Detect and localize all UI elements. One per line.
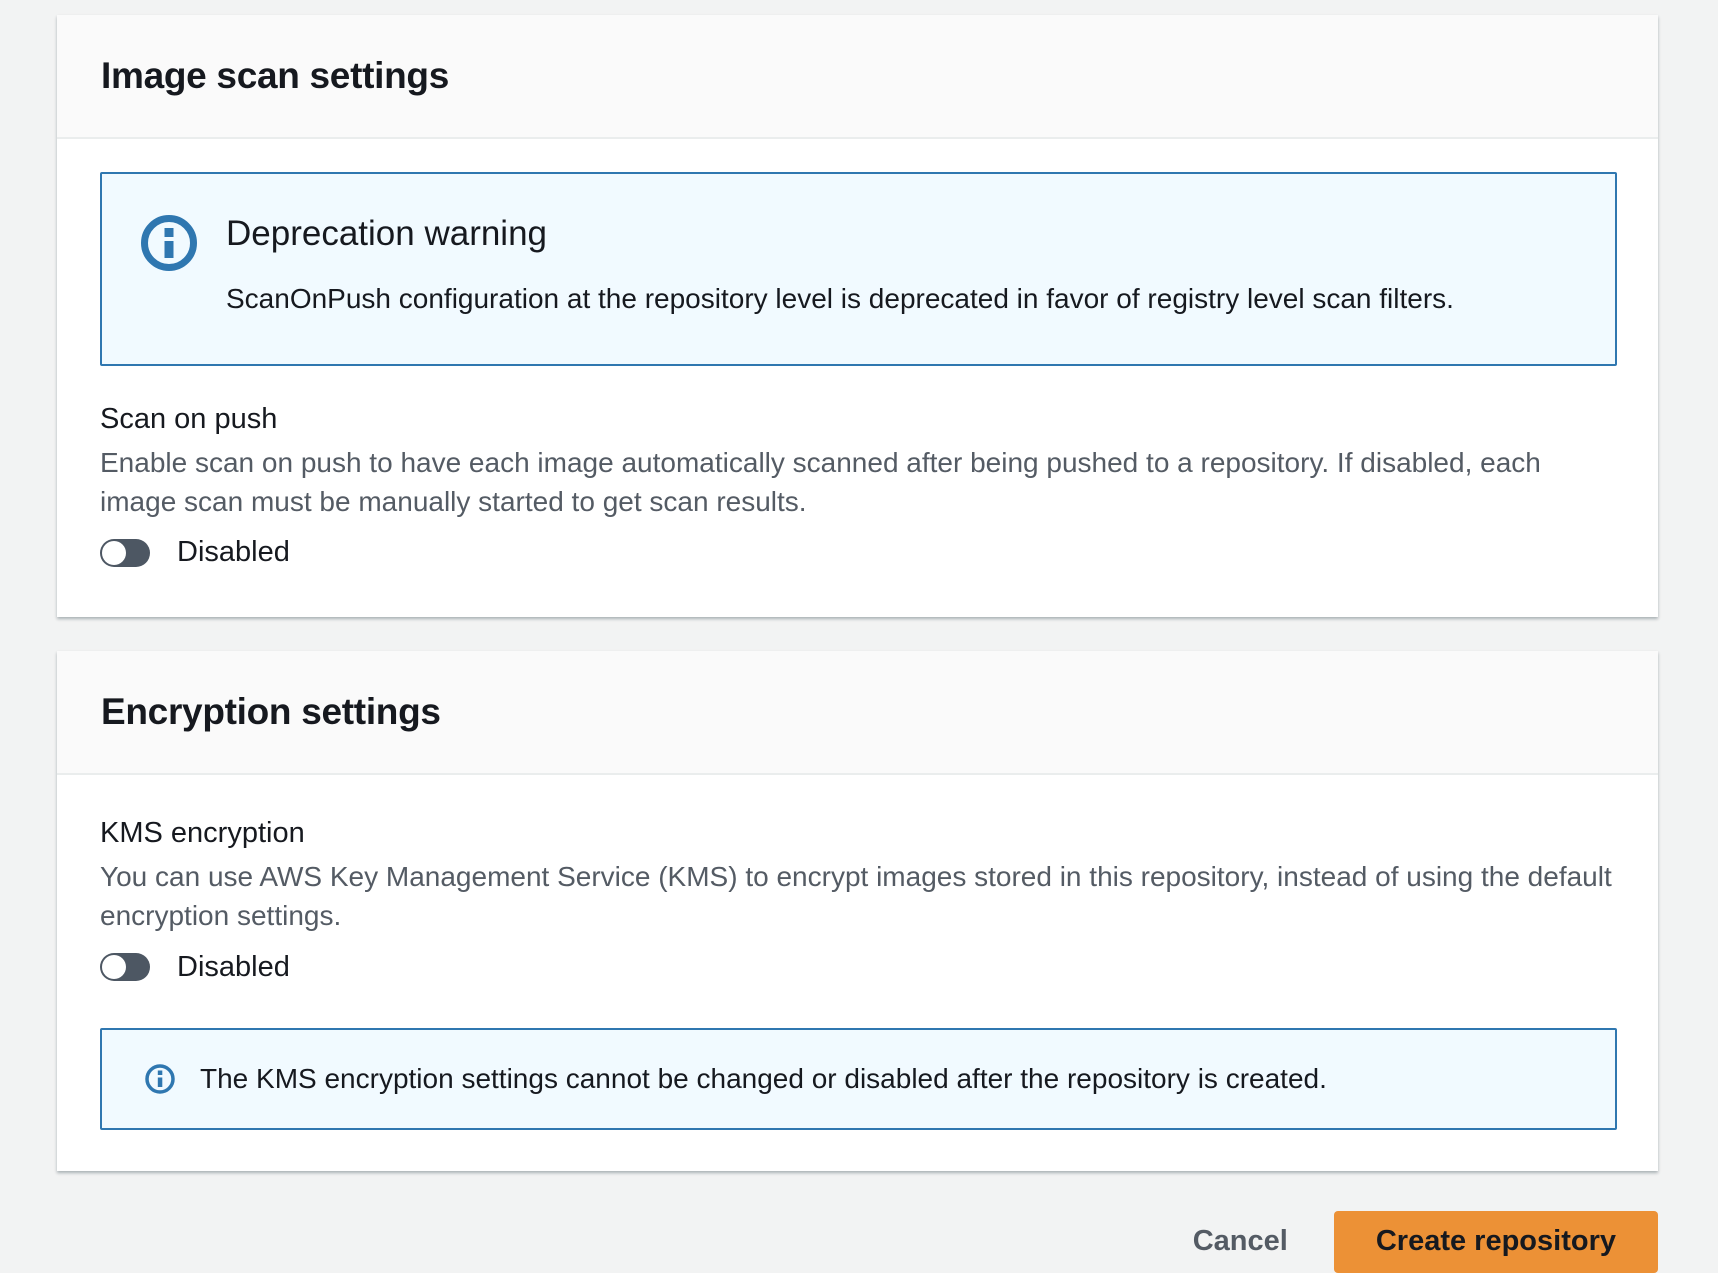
deprecation-warning-message: ScanOnPush configuration at the reposito…	[226, 280, 1454, 318]
cancel-button[interactable]: Cancel	[1193, 1225, 1288, 1258]
create-repository-page: Image scan settings Deprecation warning …	[0, 0, 1718, 1273]
kms-encryption-toggle-state: Disabled	[177, 951, 290, 984]
scan-on-push-field: Scan on push Enable scan on push to have…	[100, 403, 1617, 569]
info-icon	[144, 1063, 176, 1095]
scan-on-push-toggle[interactable]	[100, 539, 150, 567]
image-scan-settings-header: Image scan settings	[57, 15, 1658, 139]
encryption-settings-title: Encryption settings	[101, 691, 1614, 733]
kms-encryption-toggle[interactable]	[100, 953, 150, 981]
info-icon	[140, 214, 198, 272]
image-scan-settings-body: Deprecation warning ScanOnPush configura…	[57, 139, 1658, 617]
image-scan-settings-card: Image scan settings Deprecation warning …	[57, 15, 1658, 617]
kms-encryption-label: KMS encryption	[100, 817, 1617, 850]
scan-on-push-description: Enable scan on push to have each image a…	[100, 444, 1617, 521]
kms-info-alert-message: The KMS encryption settings cannot be ch…	[200, 1063, 1327, 1095]
kms-encryption-field: KMS encryption You can use AWS Key Manag…	[100, 817, 1617, 983]
kms-encryption-description: You can use AWS Key Management Service (…	[100, 858, 1617, 935]
deprecation-warning-alert: Deprecation warning ScanOnPush configura…	[100, 172, 1617, 366]
deprecation-warning-content: Deprecation warning ScanOnPush configura…	[226, 214, 1454, 318]
create-repository-button[interactable]: Create repository	[1334, 1211, 1658, 1273]
encryption-settings-card: Encryption settings KMS encryption You c…	[57, 651, 1658, 1170]
kms-encryption-toggle-row: Disabled	[100, 951, 1617, 984]
image-scan-settings-title: Image scan settings	[101, 55, 1614, 97]
scan-on-push-toggle-row: Disabled	[100, 536, 1617, 569]
encryption-settings-body: KMS encryption You can use AWS Key Manag…	[57, 775, 1658, 1170]
scan-on-push-toggle-state: Disabled	[177, 536, 290, 569]
kms-info-alert: The KMS encryption settings cannot be ch…	[100, 1028, 1617, 1130]
scan-on-push-label: Scan on push	[100, 403, 1617, 436]
form-actions: Cancel Create repository	[57, 1211, 1658, 1273]
encryption-settings-header: Encryption settings	[57, 651, 1658, 775]
deprecation-warning-title: Deprecation warning	[226, 214, 1454, 254]
